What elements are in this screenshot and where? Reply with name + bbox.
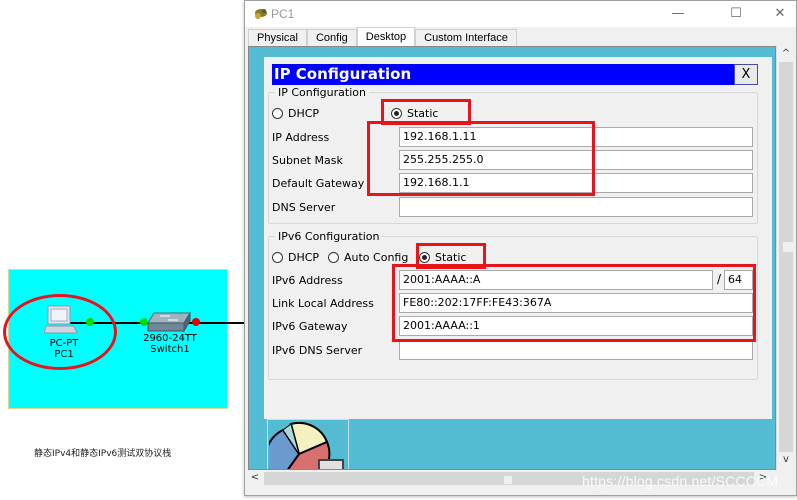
topology-note: 静态IPv4和静态IPv6测试双协议栈	[34, 449, 172, 459]
window-title: PC1	[271, 7, 295, 21]
pie-chart-app-icon[interactable]	[269, 422, 349, 470]
minimize-button[interactable]: —	[663, 5, 693, 23]
scroll-left-icon[interactable]: <	[248, 472, 262, 483]
radio-label: DHCP	[288, 251, 320, 264]
dialog-titlebar: IP Configuration X	[272, 64, 758, 85]
default-gateway-label: Default Gateway	[272, 177, 365, 190]
tab-desktop[interactable]: Desktop	[356, 27, 416, 48]
radio-label: Auto Config	[344, 251, 409, 264]
device-name: Switch1	[150, 344, 190, 355]
packet-tracer-app-icon	[255, 9, 267, 19]
scroll-thumb[interactable]	[504, 476, 512, 484]
ipv6-dhcp-radio[interactable]: DHCP	[272, 251, 319, 264]
scroll-thumb[interactable]	[783, 242, 793, 252]
dns-server-label: DNS Server	[272, 201, 336, 214]
scroll-down-icon[interactable]: v	[777, 454, 795, 465]
vertical-scrollbar[interactable]: ^ v	[776, 46, 794, 470]
ipv6-auto-config-radio[interactable]: Auto Config	[328, 251, 408, 264]
dns-server-input[interactable]	[399, 197, 753, 217]
ip-address-label: IP Address	[272, 131, 330, 144]
window-tabs: Physical Config Desktop Custom Interface	[248, 27, 517, 48]
ip-configuration-dialog: IP Configuration X IP Configuration DHCP…	[264, 57, 772, 419]
link-local-address-label: Link Local Address	[272, 297, 374, 310]
ipv6-legend: IPv6 Configuration	[278, 230, 380, 243]
dialog-close-button[interactable]: X	[734, 64, 758, 85]
close-window-button[interactable]: ✕	[765, 5, 795, 23]
annotation-ellipse	[3, 294, 117, 370]
link-status-down-icon	[192, 318, 200, 326]
annotation-box-ipv4-fields	[367, 121, 595, 196]
ipv4-dhcp-radio[interactable]: DHCP	[272, 107, 319, 120]
ipv6-address-label: IPv6 Address	[272, 274, 343, 287]
annotation-box-ipv6-fields	[392, 264, 756, 342]
device-model: 2960-24TT	[143, 333, 197, 344]
ipv6-dns-server-label: IPv6 DNS Server	[272, 344, 363, 357]
maximize-button[interactable]: ☐	[721, 5, 751, 23]
scroll-track[interactable]	[779, 62, 793, 452]
watermark-text: https://blog.csdn.net/SCCCCM	[582, 473, 779, 489]
radio-icon	[272, 108, 283, 119]
desktop-area: IP Configuration X IP Configuration DHCP…	[248, 46, 776, 470]
pc1-window: PC1 — ☐ ✕ Physical Config Desktop Custom…	[244, 0, 797, 496]
dialog-title: IP Configuration	[274, 65, 412, 83]
scroll-up-icon[interactable]: ^	[777, 48, 795, 59]
ipv6-gateway-label: IPv6 Gateway	[272, 320, 348, 333]
switch-device-icon[interactable]	[146, 311, 192, 333]
radio-icon	[272, 252, 283, 263]
radio-icon	[328, 252, 339, 263]
ipv6-dns-server-input[interactable]	[399, 340, 753, 360]
window-titlebar[interactable]: PC1 — ☐ ✕	[245, 1, 796, 27]
subnet-mask-label: Subnet Mask	[272, 154, 343, 167]
switch1-label: 2960-24TT Switch1	[128, 333, 212, 355]
ipv4-legend: IP Configuration	[278, 86, 366, 99]
radio-label: DHCP	[288, 107, 320, 120]
